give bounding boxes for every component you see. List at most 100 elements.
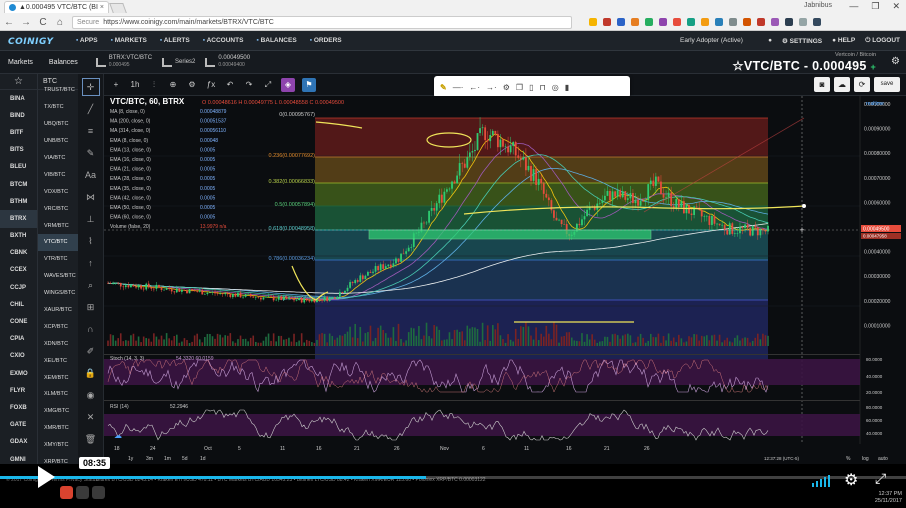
menu-icon[interactable]	[813, 18, 821, 26]
indicator-legend-item[interactable]: EMA (8, close, 0)	[110, 138, 148, 144]
exchange-item[interactable]: CHIL	[0, 296, 37, 313]
visibility-icon[interactable]: ◎	[552, 83, 559, 92]
trash-icon[interactable]: 🗑	[82, 430, 100, 448]
exchange-item[interactable]: CONE	[0, 313, 37, 330]
magnet-icon[interactable]: ∩	[82, 320, 100, 338]
nav-alerts[interactable]: ALERTS	[160, 37, 190, 44]
indicator-legend-item[interactable]: EMA (60, close, 0)	[110, 215, 151, 221]
zoom-icon[interactable]: ⌕	[82, 276, 100, 294]
add-symbol-icon[interactable]: +	[110, 80, 122, 89]
video-settings-icon[interactable]: ⚙	[844, 470, 858, 490]
pair-item[interactable]: XAUR/BTC	[38, 302, 78, 319]
range-button[interactable]: 1y	[128, 456, 134, 462]
extension-icon[interactable]	[701, 18, 709, 26]
extension-icon[interactable]	[645, 18, 653, 26]
indicator-legend-item[interactable]: EMA (16, close, 0)	[110, 157, 151, 163]
range-button[interactable]: 1m	[164, 456, 171, 462]
price-chart[interactable]: 0(0.00095767) 0.236(0.00077692) 0.382(0.…	[104, 96, 906, 464]
video-progress-rail[interactable]	[0, 476, 906, 479]
exchange-item[interactable]: BTHM	[0, 193, 37, 210]
exchange-item[interactable]: CCEX	[0, 262, 37, 279]
pair-item[interactable]: WINGS/BTC	[38, 285, 78, 302]
exchange-item[interactable]: CBNK	[0, 245, 37, 262]
pattern-icon[interactable]: ⋈	[82, 188, 100, 206]
cross-icon[interactable]: ✕	[82, 408, 100, 426]
extension-icon[interactable]	[659, 18, 667, 26]
range-button[interactable]: 5d	[182, 456, 188, 462]
indicator-legend-item[interactable]: EMA (13, close, 0)	[110, 147, 151, 153]
nav-accounts[interactable]: ACCOUNTS	[203, 37, 244, 44]
cube-icon[interactable]: ◈	[281, 77, 295, 92]
exchange-item[interactable]: BTRX	[0, 210, 37, 228]
minimize-icon[interactable]: —	[849, 1, 858, 12]
extension-icon[interactable]	[673, 18, 681, 26]
extension-icon[interactable]	[785, 18, 793, 26]
exchange-item[interactable]: GDAX	[0, 434, 37, 451]
play-icon[interactable]	[38, 466, 55, 488]
scale-option[interactable]: log	[862, 456, 869, 462]
pair-item[interactable]: UNB/BTC	[38, 133, 78, 150]
camera-icon[interactable]: ◙	[814, 77, 830, 92]
browser-user[interactable]: Jabnibus	[804, 2, 832, 9]
save-button[interactable]: save	[874, 77, 900, 92]
exchange-item[interactable]: FOXB	[0, 399, 37, 416]
left-arrow-style-icon[interactable]: ←·	[469, 83, 480, 92]
markets-tab[interactable]: Markets	[0, 59, 41, 66]
exchange-item[interactable]: BXTH	[0, 228, 37, 245]
interval-select[interactable]: 1h	[129, 80, 141, 89]
pair-item[interactable]: XEM/BTC	[38, 369, 78, 386]
video-fullscreen-icon[interactable]: ⤢	[875, 470, 886, 487]
extension-icon[interactable]	[715, 18, 723, 26]
extension-icon[interactable]	[771, 18, 779, 26]
exchange-item[interactable]: BTCM	[0, 176, 37, 193]
trendline-icon[interactable]: ╱	[82, 100, 100, 118]
new-tab-button[interactable]	[109, 3, 127, 13]
nav-settings[interactable]: ⚙ SETTINGS	[782, 37, 822, 45]
app-icon[interactable]	[76, 486, 89, 499]
indicator-legend-item[interactable]: EMA (50, close, 0)	[110, 205, 151, 211]
chart-tab-1[interactable]: BTRX:VTC/BTC 0.000495	[95, 55, 152, 69]
pair-item[interactable]: VTR/BTC	[38, 251, 78, 268]
extension-icon[interactable]	[687, 18, 695, 26]
pair-item[interactable]: XCP/BTC	[38, 318, 78, 335]
globe-icon[interactable]: ●	[768, 37, 772, 44]
exchange-item[interactable]: BITF	[0, 124, 37, 141]
pair-item[interactable]: WAVES/BTC	[38, 268, 78, 285]
compare-icon[interactable]: ⊕	[167, 80, 179, 89]
cloud-icon[interactable]: ☁	[834, 77, 850, 92]
reload-icon[interactable]: C	[38, 17, 48, 28]
extension-icon[interactable]	[743, 18, 751, 26]
indicator-legend-item[interactable]: EMA (28, close, 0)	[110, 176, 151, 182]
nav-logout[interactable]: ⏻ LOGOUT	[865, 37, 900, 45]
exchange-item[interactable]: CPIA	[0, 331, 37, 348]
app-icon[interactable]	[92, 486, 105, 499]
indicator-legend-item[interactable]: EMA (35, close, 0)	[110, 186, 151, 192]
indicator-legend-item[interactable]: MA (8, close, 0)	[110, 109, 145, 115]
extension-icon[interactable]	[729, 18, 737, 26]
chrome-icon[interactable]	[60, 486, 73, 499]
star-bookmark-icon[interactable]	[589, 18, 597, 26]
exchange-item[interactable]: GATE	[0, 417, 37, 434]
scale-option[interactable]: auto	[878, 456, 888, 462]
template-icon[interactable]: ▯	[529, 83, 533, 92]
exchange-item[interactable]: BITS	[0, 142, 37, 159]
nav-help[interactable]: ● HELP	[832, 37, 855, 44]
exchange-item[interactable]: FLYR	[0, 382, 37, 399]
scale-option[interactable]: %	[846, 456, 851, 462]
lock-icon[interactable]: 🔒	[82, 364, 100, 382]
range-button[interactable]: 1d	[200, 456, 206, 462]
pair-item[interactable]: XMY/BTC	[38, 437, 78, 454]
exchange-item[interactable]: CCJP	[0, 279, 37, 296]
extension-icon[interactable]	[631, 18, 639, 26]
nav-orders[interactable]: ORDERS	[310, 37, 342, 44]
address-bar[interactable]: Secure https://www.coinigy.com/main/mark…	[72, 15, 572, 29]
pair-item[interactable]: XMG/BTC	[38, 403, 78, 420]
indicator-legend-item[interactable]: MA (314, close, 0)	[110, 128, 151, 134]
pair-item[interactable]: XEL/BTC	[38, 352, 78, 369]
early-adopter-status[interactable]: Early Adopter (Active)	[680, 37, 743, 44]
extension-icon[interactable]	[757, 18, 765, 26]
volume-icon[interactable]	[812, 473, 830, 487]
indicators-icon[interactable]: ƒx	[205, 80, 217, 89]
brush-icon[interactable]: ✎	[82, 144, 100, 162]
pair-item[interactable]: VTC/BTC	[38, 234, 78, 251]
